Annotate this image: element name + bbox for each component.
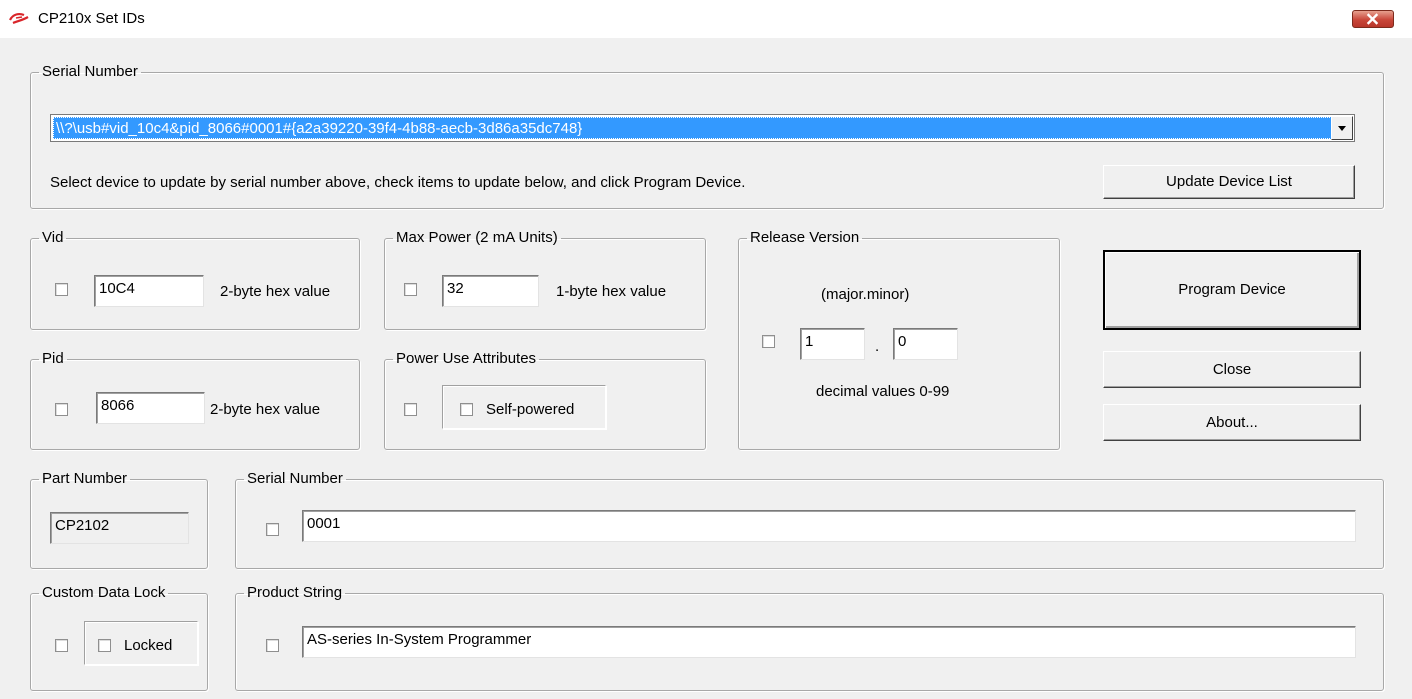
device-select-dropdown[interactable]: \\?\usb#vid_10c4&pid_8066#0001#{a2a39220… bbox=[50, 114, 1355, 142]
product-string-checkbox[interactable] bbox=[266, 639, 279, 652]
vid-input[interactable]: 10C4 bbox=[94, 275, 204, 307]
max-power-hint: 1-byte hex value bbox=[556, 283, 667, 300]
max-power-group: Max Power (2 mA Units) bbox=[384, 230, 706, 330]
release-major-input[interactable]: 1 bbox=[800, 328, 865, 360]
pid-legend: Pid bbox=[42, 350, 64, 367]
product-string-legend: Product String bbox=[247, 584, 343, 601]
release-minor-input[interactable]: 0 bbox=[893, 328, 958, 360]
locked-checkbox[interactable] bbox=[98, 639, 111, 652]
serial-number-checkbox[interactable] bbox=[266, 523, 279, 536]
window-close-button[interactable] bbox=[1352, 10, 1394, 28]
vid-checkbox[interactable] bbox=[55, 283, 68, 296]
release-version-checkbox[interactable] bbox=[762, 335, 775, 348]
release-format-label: (major.minor) bbox=[821, 286, 910, 303]
vid-hint: 2-byte hex value bbox=[220, 283, 331, 300]
serial-number-group-legend: Serial Number bbox=[42, 63, 138, 80]
part-number-legend: Part Number bbox=[42, 470, 128, 487]
pid-input[interactable]: 8066 bbox=[96, 392, 205, 424]
dialog-window: CP210x Set IDs Serial Number \\?\usb#vid… bbox=[0, 0, 1412, 699]
dialog-client-area: Serial Number \\?\usb#vid_10c4&pid_8066#… bbox=[0, 38, 1412, 699]
update-device-list-button[interactable]: Update Device List bbox=[1103, 165, 1355, 199]
part-number-field: CP2102 bbox=[50, 512, 189, 544]
pid-checkbox[interactable] bbox=[55, 403, 68, 416]
product-string-input[interactable]: AS-series In-System Programmer bbox=[302, 626, 1356, 658]
pid-hint: 2-byte hex value bbox=[210, 401, 321, 418]
power-attributes-checkbox[interactable] bbox=[404, 403, 417, 416]
close-icon bbox=[1366, 13, 1379, 25]
max-power-input[interactable]: 32 bbox=[442, 275, 539, 307]
self-powered-checkbox[interactable] bbox=[460, 403, 473, 416]
instructions-text: Select device to update by serial number… bbox=[50, 174, 746, 191]
release-hint: decimal values 0-99 bbox=[816, 383, 950, 400]
custom-data-lock-checkbox[interactable] bbox=[55, 639, 68, 652]
about-button[interactable]: About... bbox=[1103, 404, 1361, 441]
max-power-checkbox[interactable] bbox=[404, 283, 417, 296]
release-version-legend: Release Version bbox=[750, 229, 860, 246]
locked-label[interactable]: Locked bbox=[124, 637, 172, 654]
serial-number-input[interactable]: 0001 bbox=[302, 510, 1356, 542]
release-separator: . bbox=[875, 338, 880, 355]
custom-data-lock-legend: Custom Data Lock bbox=[42, 584, 166, 601]
title-bar[interactable]: CP210x Set IDs bbox=[0, 0, 1412, 38]
close-button[interactable]: Close bbox=[1103, 351, 1361, 388]
max-power-legend: Max Power (2 mA Units) bbox=[396, 229, 558, 246]
power-attributes-legend: Power Use Attributes bbox=[396, 350, 537, 367]
program-device-button[interactable]: Program Device bbox=[1103, 250, 1361, 330]
window-title: CP210x Set IDs bbox=[38, 10, 145, 27]
silabs-logo-icon bbox=[9, 12, 29, 25]
dropdown-button[interactable] bbox=[1331, 116, 1353, 140]
serial-number-value-legend: Serial Number bbox=[247, 470, 343, 487]
self-powered-label[interactable]: Self-powered bbox=[486, 401, 574, 418]
device-select-value: \\?\usb#vid_10c4&pid_8066#0001#{a2a39220… bbox=[53, 117, 1332, 139]
chevron-down-icon bbox=[1338, 126, 1346, 131]
vid-legend: Vid bbox=[42, 229, 64, 246]
